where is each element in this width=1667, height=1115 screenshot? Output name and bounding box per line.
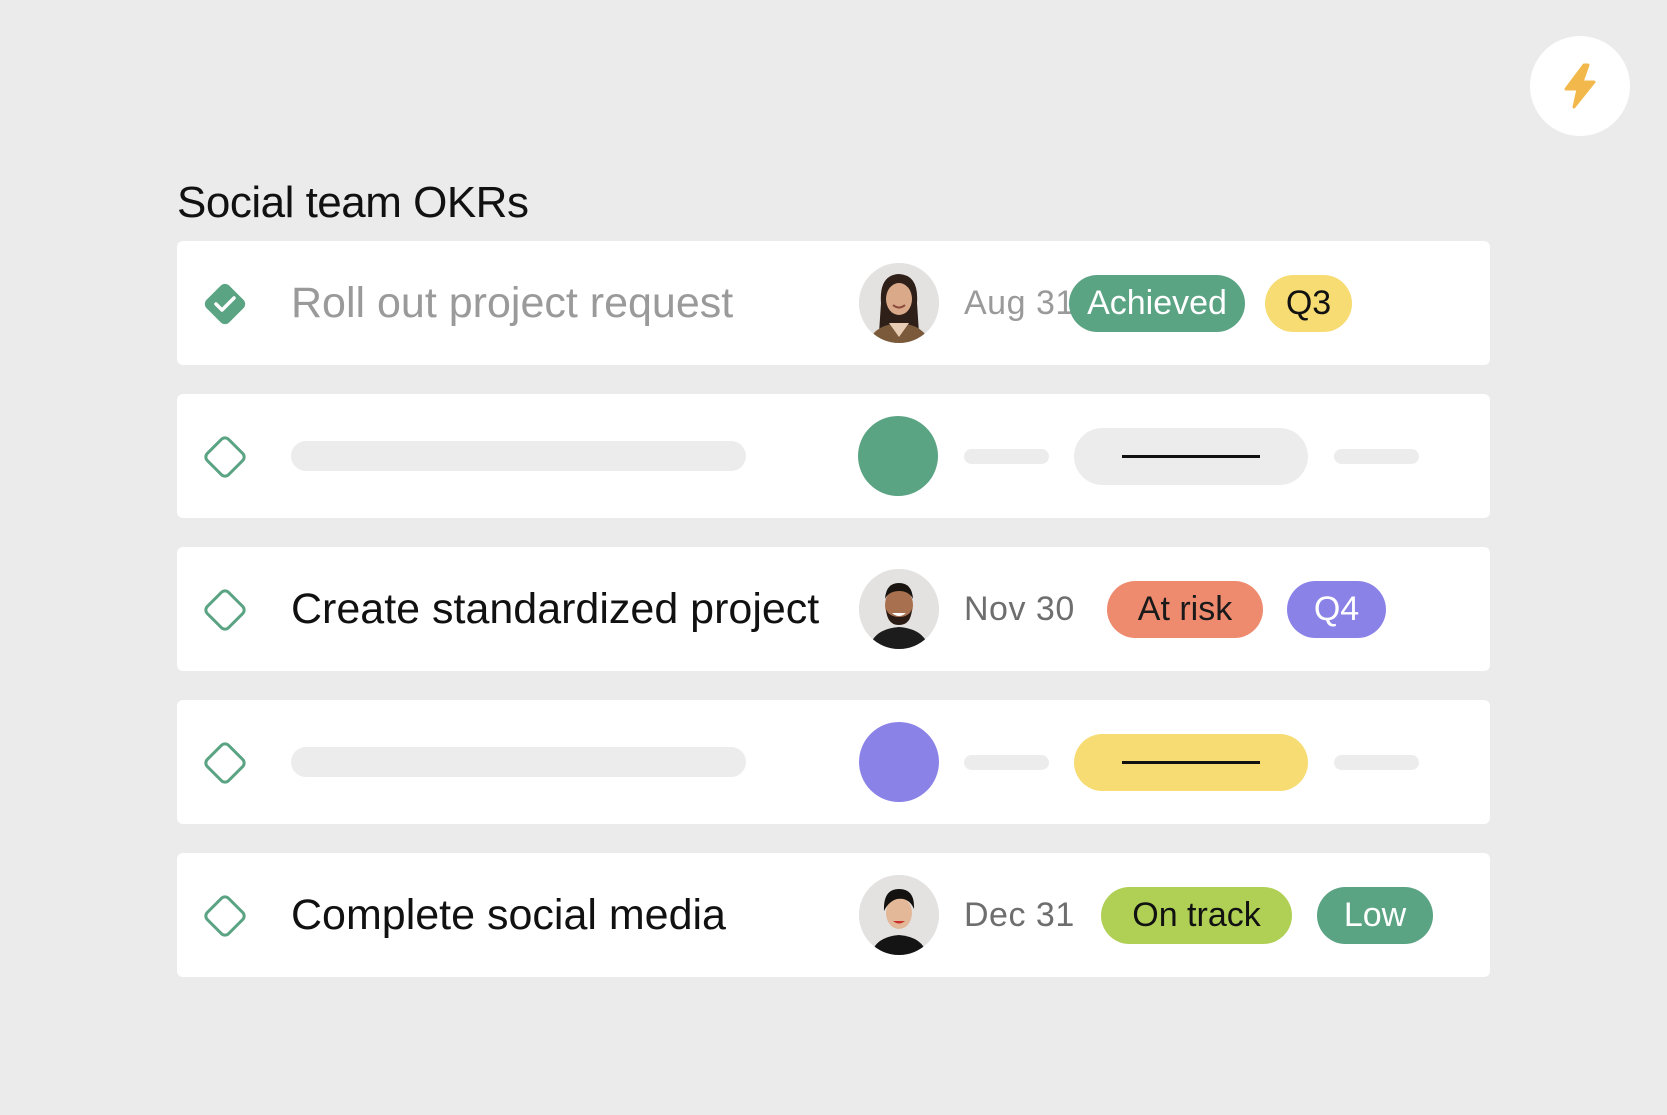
period-badge[interactable]: Q3 — [1265, 275, 1352, 332]
status-badge[interactable]: At risk — [1107, 581, 1263, 638]
avatar-placeholder — [858, 416, 938, 496]
avatar-man-beard — [859, 569, 939, 649]
period-badge[interactable]: Low — [1317, 887, 1433, 944]
status-badge[interactable]: On track — [1101, 887, 1292, 944]
status-badge[interactable]: Achieved — [1069, 275, 1245, 332]
period-skeleton — [1334, 755, 1419, 770]
avatar[interactable] — [859, 569, 939, 649]
period-badge[interactable]: Q4 — [1287, 581, 1386, 638]
complete-toggle[interactable] — [195, 736, 255, 790]
check-diamond-icon — [204, 283, 246, 325]
page-title: Social team OKRs — [177, 178, 529, 227]
empty-diamond-icon — [204, 742, 246, 784]
avatar-woman-long-hair — [859, 263, 939, 343]
okr-title[interactable]: Roll out project request — [291, 241, 733, 365]
okr-row-placeholder — [177, 700, 1490, 824]
title-skeleton — [291, 747, 746, 777]
okr-title[interactable]: Create standardized project — [291, 547, 819, 671]
complete-toggle[interactable] — [195, 583, 255, 637]
status-skeleton — [1074, 734, 1308, 791]
complete-toggle[interactable] — [195, 277, 255, 331]
status-skeleton — [1074, 428, 1308, 485]
okr-title[interactable]: Complete social media — [291, 853, 726, 977]
automation-button[interactable] — [1530, 36, 1630, 136]
okr-row[interactable]: Roll out project request Aug 31 Achieved… — [177, 241, 1490, 365]
date-skeleton — [964, 449, 1049, 464]
avatar[interactable] — [859, 263, 939, 343]
okr-row-placeholder — [177, 394, 1490, 518]
okr-row[interactable]: Create standardized project Nov 30 At ri… — [177, 547, 1490, 671]
complete-toggle[interactable] — [195, 430, 255, 484]
avatar-woman-short-hair — [859, 875, 939, 955]
due-date: Nov 30 — [964, 590, 1075, 628]
empty-diamond-icon — [204, 436, 246, 478]
lightning-bolt-icon — [1564, 63, 1596, 109]
complete-toggle[interactable] — [195, 889, 255, 943]
avatar[interactable] — [859, 875, 939, 955]
empty-diamond-icon — [204, 589, 246, 631]
date-skeleton — [964, 755, 1049, 770]
avatar-placeholder — [859, 722, 939, 802]
period-skeleton — [1334, 449, 1419, 464]
due-date: Dec 31 — [964, 896, 1075, 934]
okr-row[interactable]: Complete social media Dec 31 On track Lo… — [177, 853, 1490, 977]
due-date: Aug 31 — [964, 284, 1075, 322]
empty-diamond-icon — [204, 895, 246, 937]
title-skeleton — [291, 441, 746, 471]
